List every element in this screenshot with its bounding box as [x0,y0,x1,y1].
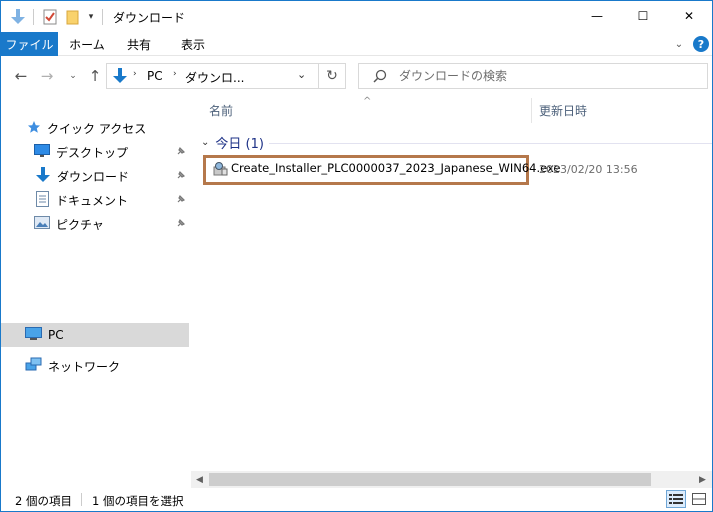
details-view-icon[interactable] [666,490,686,508]
breadcrumb-separator-icon: › [173,69,177,79]
quick-access-down-icon[interactable] [9,8,27,26]
divider [102,9,103,25]
navigation-pane: クイック アクセス デスクトップ ダウンロード ドキュメント ピクチャ PC ネ… [1,98,189,483]
customize-qa-dropdown-icon[interactable]: ▾ [85,8,97,26]
divider [81,493,82,506]
window-title: ダウンロード [113,11,186,25]
scroll-right-icon[interactable]: ▶ [694,471,711,488]
address-bar[interactable]: › PC › ダウンロ... ⌄ [106,63,346,89]
sidebar-item-label: ドキュメント [56,193,129,208]
sidebar-item-desktop[interactable]: デスクトップ [1,140,189,164]
sidebar-item-label: ピクチャ [56,217,104,232]
refresh-icon: ↻ [326,68,338,84]
sidebar-item-pc[interactable]: PC [1,323,189,347]
sidebar-item-label: PC [48,328,64,342]
computer-icon [25,326,42,344]
file-name: Create_Installer_PLC0000037_2023_Japanes… [231,161,561,175]
tab-file[interactable]: ファイル [1,32,58,56]
star-icon [27,120,41,137]
sidebar-item-label: ダウンロード [57,169,130,184]
network-icon [25,357,42,375]
collapse-chevron-icon[interactable]: ⌄ [201,137,209,148]
close-button[interactable]: ✕ [666,1,712,31]
sidebar-item-label: クイック アクセス [47,121,147,136]
sidebar-item-downloads[interactable]: ダウンロード [1,164,189,188]
forward-arrow-icon[interactable]: → [37,66,57,86]
sidebar-item-quick-access[interactable]: クイック アクセス [1,116,189,140]
search-input[interactable] [399,68,699,84]
column-header-name[interactable]: 名前 [209,98,233,123]
recent-locations-chevron-down-icon[interactable]: ⌄ [63,66,83,86]
installer-icon [212,161,228,180]
horizontal-scrollbar[interactable]: ◀ ▶ [191,471,712,488]
pin-icon[interactable] [175,169,187,181]
download-location-icon [113,68,127,87]
group-label: 今日 (1) [215,136,264,152]
pin-icon[interactable] [175,217,187,229]
column-separator[interactable] [531,98,532,123]
scroll-left-icon[interactable]: ◀ [191,471,208,488]
ribbon-tabs: ファイル ホーム 共有 表示 ⌄ ? [1,32,712,56]
tab-home[interactable]: ホーム [63,32,111,56]
properties-icon[interactable] [41,8,59,26]
help-icon[interactable]: ? [693,36,709,52]
svg-text:?: ? [698,38,704,51]
sidebar-item-pictures[interactable]: ピクチャ [1,212,189,236]
divider [33,9,34,25]
tab-share[interactable]: 共有 [117,32,161,56]
sidebar-item-label: ネットワーク [48,359,121,374]
status-bar: 2 個の項目 1 個の項目を選択 [1,488,712,511]
breadcrumb-pc[interactable]: PC [147,69,163,83]
refresh-button[interactable]: ↻ [318,63,346,89]
group-header-today[interactable]: ⌄ 今日 (1) [201,132,264,152]
breadcrumb-downloads[interactable]: ダウンロ... [185,69,244,86]
pin-icon[interactable] [175,145,187,157]
document-icon [36,190,49,210]
file-date-modified: 2023/02/20 13:56 [539,163,638,176]
title-bar: ▾ ダウンロード — ☐ ✕ [1,1,712,32]
sort-ascending-icon: ^ [363,96,372,107]
selected-count: 1 個の項目を選択 [92,494,184,508]
group-divider [269,143,712,144]
column-header-date-modified[interactable]: 更新日時 [539,98,587,123]
pictures-icon [34,216,50,232]
large-icons-view-icon[interactable] [689,490,709,508]
address-history-chevron-down-icon[interactable]: ⌄ [297,68,306,81]
scrollbar-thumb[interactable] [209,473,651,486]
sidebar-item-documents[interactable]: ドキュメント [1,188,189,212]
up-arrow-icon[interactable]: ↑ [85,66,105,86]
new-folder-icon[interactable] [64,8,82,26]
expand-ribbon-chevron-icon[interactable]: ⌄ [671,36,687,52]
navigation-bar: ← → ⌄ ↑ › PC › ダウンロ... ⌄ ↻ [1,56,712,98]
file-list: ^ 名前 更新日時 ⌄ 今日 (1) Create_Installer_PLC0… [191,96,712,483]
sidebar-item-network[interactable]: ネットワーク [1,354,189,378]
download-icon [36,166,50,186]
search-box[interactable] [358,63,708,89]
minimize-button[interactable]: — [574,1,620,31]
sidebar-item-label: デスクトップ [56,145,129,160]
tab-view[interactable]: 表示 [171,32,215,56]
item-count: 2 個の項目 [15,494,72,508]
desktop-icon [34,144,50,160]
back-arrow-icon[interactable]: ← [11,66,31,86]
search-icon [373,69,387,86]
maximize-button[interactable]: ☐ [620,1,666,31]
breadcrumb-separator-icon: › [133,69,137,79]
table-row[interactable]: Create_Installer_PLC0000037_2023_Japanes… [203,155,712,185]
pin-icon[interactable] [175,193,187,205]
explorer-window: ▾ ダウンロード — ☐ ✕ ファイル ホーム 共有 表示 ⌄ ? ← → ⌄ … [0,0,713,512]
